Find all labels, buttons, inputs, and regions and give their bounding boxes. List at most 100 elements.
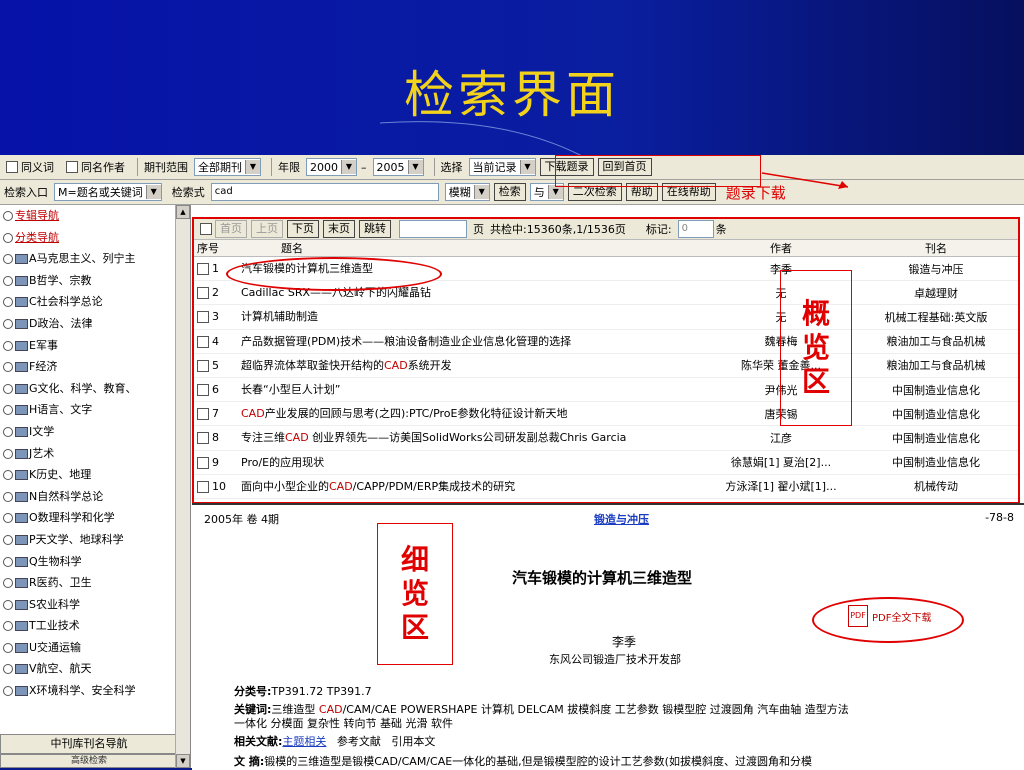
sidebar-scrollbar[interactable]: ▲ ▼ — [175, 205, 190, 768]
sidebar-item[interactable]: G文化、科学、教育、 — [0, 378, 190, 400]
row-title-link[interactable]: 超临界流体萃取釜快开结构的CAD系统开发 — [241, 360, 701, 371]
row-checkbox[interactable] — [197, 384, 209, 397]
row-checkbox[interactable] — [197, 311, 209, 324]
row-title-link[interactable]: 产品数据管理(PDM)技术——粮油设备制造业企业信息化管理的选择 — [241, 336, 701, 347]
radio-icon[interactable] — [3, 340, 13, 351]
next-page-button[interactable]: 下页 — [287, 220, 319, 238]
scroll-up-icon[interactable]: ▲ — [176, 205, 190, 219]
table-row[interactable]: 3 计算机辅助制造无机械工程基础:英文版 — [194, 305, 1018, 330]
table-row[interactable]: 9 Pro/E的应用现状 徐慧娟[1] 夏治[2]... 中国制造业信息化 — [194, 451, 1018, 475]
row-checkbox[interactable] — [197, 408, 209, 421]
row-title-link[interactable]: Pro/E的应用现状 — [241, 457, 701, 468]
sidebar-item[interactable]: P天文学、地球科学 — [0, 529, 190, 551]
table-row[interactable]: 10 面向中小型企业的CAD/CAPP/PDM/ERP集成技术的研究 方泳泽[1] … — [194, 475, 1018, 499]
radio-icon[interactable] — [3, 211, 13, 221]
prev-page-button[interactable]: 上页 — [251, 220, 283, 238]
period-select[interactable]: 全部期刊 ▼ — [194, 158, 261, 176]
sidebar-item[interactable]: S农业科学 — [0, 594, 190, 616]
row-checkbox[interactable] — [197, 456, 209, 469]
sidebar-item-label: A马克思主义、列宁主 — [29, 252, 136, 266]
sidebar-item[interactable]: K历史、地理 — [0, 464, 190, 486]
radio-icon[interactable] — [3, 642, 13, 653]
query-input[interactable]: cad — [210, 183, 439, 201]
sidebar-item[interactable]: F经济 — [0, 356, 190, 378]
radio-icon[interactable] — [3, 318, 13, 329]
radio-icon[interactable] — [3, 470, 13, 481]
radio-icon[interactable] — [3, 578, 13, 589]
radio-icon[interactable] — [3, 254, 13, 265]
row-checkbox[interactable] — [197, 480, 209, 493]
radio-icon[interactable] — [3, 513, 13, 524]
references-link[interactable]: 参考文献 — [337, 735, 381, 748]
row-title-link[interactable]: CAD产业发展的回顾与思考(之四):PTC/ProE参数化特征设计新天地 — [241, 408, 701, 419]
row-title-link[interactable]: 专注三维CAD 创业界领先——访美国SolidWorks公司研发副总裁Chris… — [241, 432, 701, 443]
radio-icon[interactable] — [3, 621, 13, 632]
select-all-checkbox[interactable] — [200, 223, 212, 235]
radio-icon[interactable] — [3, 275, 13, 286]
sidebar-item[interactable]: E军事 — [0, 335, 190, 357]
radio-icon[interactable] — [3, 599, 13, 610]
sidebar-item[interactable]: N自然科学总论 — [0, 486, 190, 508]
table-row[interactable]: 7 CAD产业发展的回顾与思考(之四):PTC/ProE参数化特征设计新天地 唐荣锡… — [194, 402, 1018, 427]
jump-button[interactable]: 跳转 — [359, 220, 391, 238]
radio-icon[interactable] — [3, 405, 13, 416]
sidebar-item[interactable]: Q生物科学 — [0, 551, 190, 573]
row-title-link[interactable]: 面向中小型企业的CAD/CAPP/PDM/ERP集成技术的研究 — [241, 481, 701, 492]
sidebar-item[interactable]: 专辑导航 — [0, 205, 190, 227]
sidebar-item[interactable]: I文学 — [0, 421, 190, 443]
scroll-down-icon[interactable]: ▼ — [176, 754, 190, 768]
synonym-checkbox[interactable] — [6, 161, 18, 173]
radio-icon[interactable] — [3, 383, 13, 394]
sidebar-item[interactable]: T工业技术 — [0, 615, 190, 637]
same-author-checkbox[interactable] — [66, 161, 78, 173]
radio-icon[interactable] — [3, 426, 13, 437]
first-page-button[interactable]: 首页 — [215, 220, 247, 238]
row-checkbox[interactable] — [197, 335, 209, 348]
advanced-search-button[interactable]: 高级检索 — [0, 754, 178, 768]
radio-icon[interactable] — [3, 362, 13, 373]
journal-link[interactable]: 锻造与冲压 — [594, 511, 649, 527]
table-row[interactable]: 4 产品数据管理(PDM)技术——粮油设备制造业企业信息化管理的选择 魏春梅 粮油加工… — [194, 330, 1018, 354]
related-topic-link[interactable]: 主题相关 — [282, 735, 326, 748]
sidebar-item[interactable]: R医药、卫生 — [0, 572, 190, 594]
row-checkbox[interactable] — [197, 287, 209, 300]
sidebar-item[interactable]: 分类导航 — [0, 227, 190, 249]
row-checkbox[interactable] — [197, 263, 209, 276]
cite-link[interactable]: 引用本文 — [391, 735, 435, 748]
table-row[interactable]: 6 长春“小型巨人计划” 尹伟光 中国制造业信息化 — [194, 378, 1018, 403]
sidebar-item[interactable]: X环境科学、安全科学 — [0, 680, 190, 702]
year-to-select[interactable]: 2005 ▼ — [372, 158, 424, 176]
record-select[interactable]: 当前记录 ▼ — [468, 158, 536, 176]
last-page-button[interactable]: 末页 — [323, 220, 355, 238]
journal-nav-button[interactable]: 中刊库刊名导航 — [0, 734, 178, 754]
row-checkbox[interactable] — [197, 359, 209, 372]
radio-icon[interactable] — [3, 232, 13, 243]
sidebar-item[interactable]: O数理科学和化学 — [0, 507, 190, 529]
search-button[interactable]: 检索 — [493, 183, 526, 201]
sidebar-item[interactable]: H语言、文字 — [0, 399, 190, 421]
radio-icon[interactable] — [3, 297, 13, 308]
folder-icon — [15, 556, 28, 567]
sidebar-item[interactable]: D政治、法律 — [0, 313, 190, 335]
sidebar-item[interactable]: A马克思主义、列宁主 — [0, 248, 190, 270]
sidebar-item[interactable]: V航空、航天 — [0, 658, 190, 680]
row-checkbox[interactable] — [197, 432, 209, 445]
table-row[interactable]: 8 专注三维CAD 创业界领先——访美国SolidWorks公司研发副总裁Chri… — [194, 426, 1018, 451]
radio-icon[interactable] — [3, 534, 13, 545]
entry-select[interactable]: M=题名或关键词 ▼ — [54, 183, 162, 201]
radio-icon[interactable] — [3, 491, 13, 502]
radio-icon[interactable] — [3, 448, 13, 459]
radio-icon[interactable] — [3, 664, 13, 675]
row-title-link[interactable]: 计算机辅助制造 — [241, 311, 701, 322]
row-title-link[interactable]: 长春“小型巨人计划” — [241, 384, 701, 395]
year-from-select[interactable]: 2000 ▼ — [306, 158, 357, 176]
sidebar-item[interactable]: C社会科学总论 — [0, 291, 190, 313]
sidebar-item[interactable]: B哲学、宗教 — [0, 270, 190, 292]
page-input[interactable] — [399, 220, 467, 238]
table-row[interactable]: 5 超临界流体萃取釜快开结构的CAD系统开发 陈华荣 董金善... 粮油加工与食品机械 — [194, 354, 1018, 378]
sidebar-item[interactable]: U交通运输 — [0, 637, 190, 659]
sidebar-item[interactable]: J艺术 — [0, 443, 190, 465]
radio-icon[interactable] — [3, 556, 13, 567]
radio-icon[interactable] — [3, 686, 13, 697]
mode-select[interactable]: 模糊 ▼ — [444, 183, 490, 201]
